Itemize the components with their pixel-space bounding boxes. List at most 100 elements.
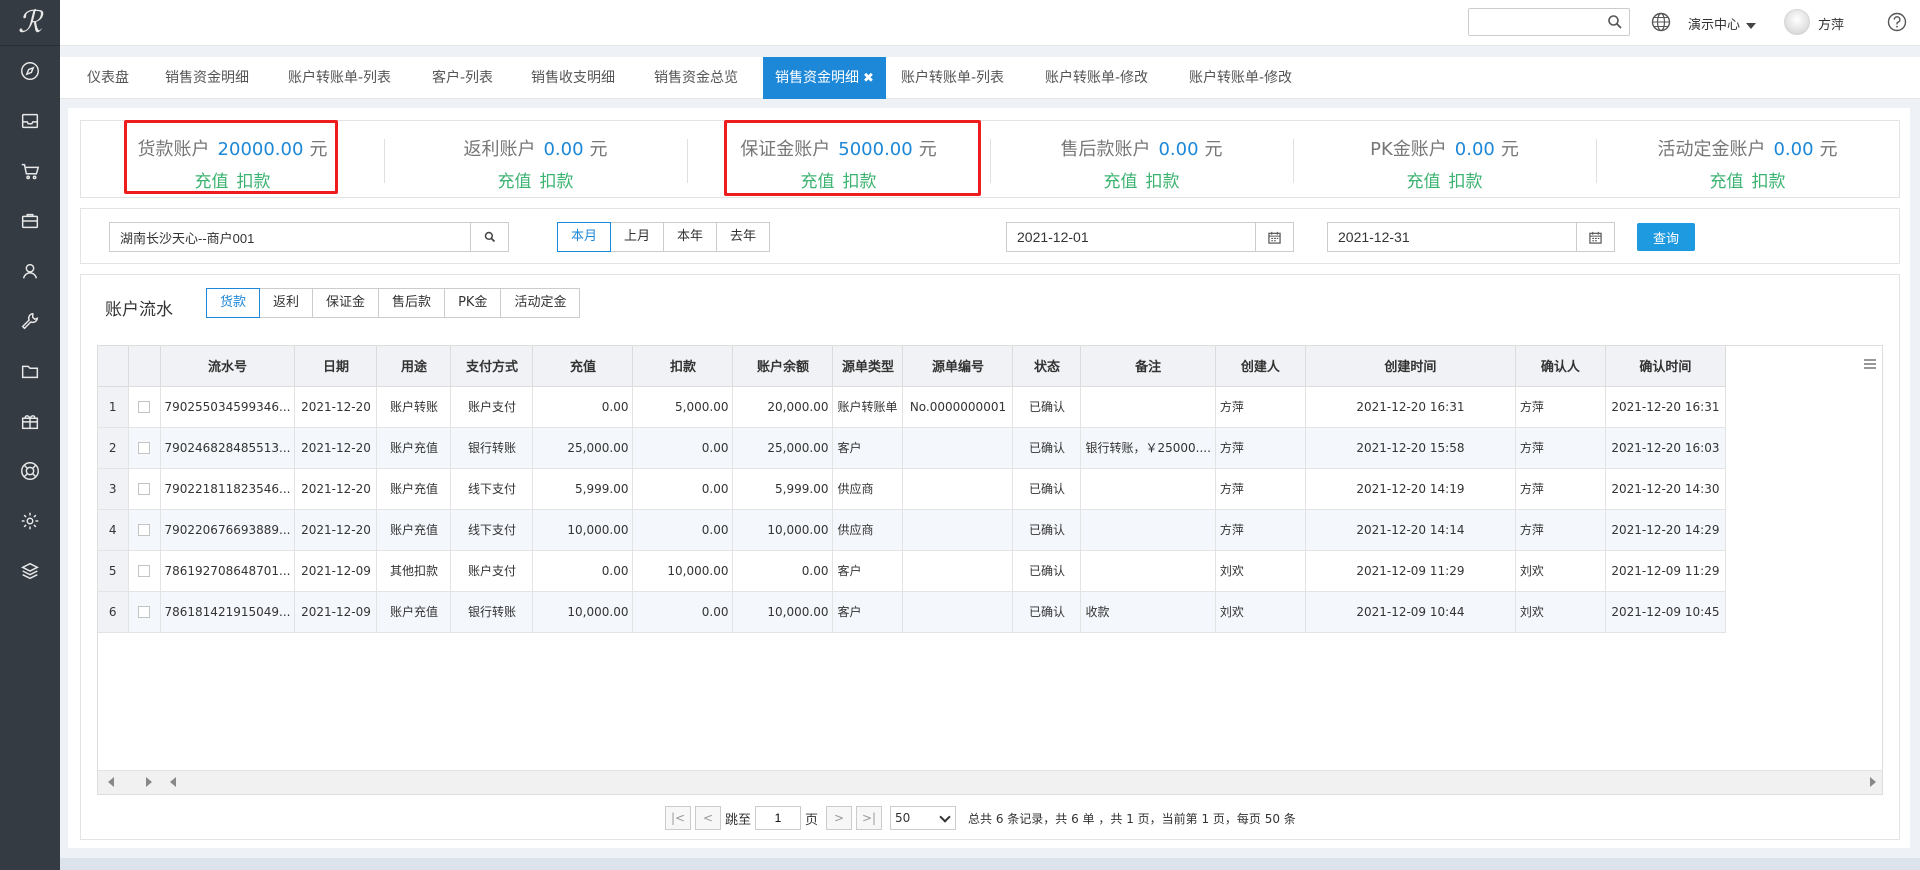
row-checkbox[interactable] [128,468,161,510]
deduct-link[interactable]: 扣款 [1449,172,1483,192]
page-input[interactable] [755,806,802,830]
wrench-icon[interactable] [0,296,60,346]
tab-customer-list[interactable]: 客户-列表 [420,57,505,99]
checkbox[interactable] [138,606,150,618]
checkbox[interactable] [138,442,150,454]
inbox-icon[interactable] [0,96,60,146]
date-from-input[interactable] [1007,223,1247,251]
period-last-year[interactable]: 去年 [716,222,771,252]
folder-icon[interactable] [0,346,60,396]
tab-sales-fund-detail-active[interactable]: 销售资金明细 ✖ [763,57,886,99]
scroll-right-icon[interactable] [146,777,152,787]
horizontal-scrollbar[interactable] [98,770,1882,794]
checkbox[interactable] [138,401,150,413]
flow-tab-goods[interactable]: 货款 [206,288,261,318]
calendar-button[interactable] [1576,223,1614,251]
briefcase-icon[interactable] [0,196,60,246]
merchant-search-button[interactable] [470,223,508,251]
globe-icon[interactable] [1650,11,1672,33]
prev-page-button[interactable]: < [695,806,721,830]
bottom-scrollbar[interactable] [60,858,1920,870]
table-row[interactable]: 5 786192708648701... 2021-12-09 其他扣款 账户支付 0.0… [98,550,1726,592]
recharge-link[interactable]: 充值 [1710,172,1744,192]
deduct-link[interactable]: 扣款 [1146,172,1180,192]
recharge-link[interactable]: 充值 [1407,172,1441,192]
menu-icon[interactable] [1862,356,1878,372]
date-to-input[interactable] [1328,223,1568,251]
table-row[interactable]: 2 790246828485513... 2021-12-20 账户充值 银行转账 25,… [98,427,1726,469]
merchant-input[interactable] [110,223,470,251]
gift-icon[interactable] [0,396,60,446]
row-checkbox[interactable] [128,550,161,592]
scroll-left-icon[interactable] [108,777,114,787]
recharge-link[interactable]: 充值 [1104,172,1138,192]
deduct-link[interactable]: 扣款 [1752,172,1786,192]
col-remark[interactable]: 备注 [1080,346,1216,387]
col-recharge[interactable]: 充值 [532,346,634,387]
center-dropdown[interactable]: 演示中心 [1688,14,1757,33]
flow-tab-deposit[interactable]: 保证金 [312,288,380,318]
col-purpose[interactable]: 用途 [376,346,452,387]
gear-icon[interactable] [0,496,60,546]
table-row[interactable]: 1 790255034599346... 2021-12-20 账户转账 账户支付 0.0… [98,386,1726,428]
col-confirmed-time[interactable]: 确认时间 [1605,346,1726,387]
recharge-link[interactable]: 充值 [498,172,532,192]
col-balance[interactable]: 账户余额 [732,346,834,387]
tab-dashboard[interactable]: 仪表盘 [75,57,141,99]
calendar-button[interactable] [1255,223,1293,251]
tab-transfer-list[interactable]: 账户转账单-列表 [276,57,403,99]
flow-tab-activity-deposit[interactable]: 活动定金 [500,288,581,318]
help-icon[interactable] [1886,11,1908,33]
col-pay-method[interactable]: 支付方式 [450,346,534,387]
avatar[interactable] [1784,9,1810,35]
flow-tab-pk[interactable]: PK金 [444,288,502,318]
col-created-time[interactable]: 创建时间 [1305,346,1516,387]
flow-tab-after-sales[interactable]: 售后款 [378,288,446,318]
deduct-link[interactable]: 扣款 [540,172,574,192]
table-row[interactable]: 6 786181421915049... 2021-12-09 账户充值 银行转账 10,… [98,591,1726,633]
page-size-select[interactable]: 50 [890,806,957,830]
last-page-button[interactable]: >| [856,806,883,830]
scroll-left-icon[interactable] [170,777,176,787]
lifebuoy-icon[interactable] [0,446,60,496]
period-this-month[interactable]: 本月 [557,222,612,252]
tab-sales-fund-detail[interactable]: 销售资金明细 [153,57,261,99]
period-last-month[interactable]: 上月 [610,222,665,252]
col-serial[interactable]: 流水号 [160,346,296,387]
tab-transfer-edit[interactable]: 账户转账单-修改 [1033,57,1160,99]
header-search-input[interactable] [1469,9,1599,35]
cart-icon[interactable] [0,146,60,196]
user-name[interactable]: 方萍 [1818,14,1844,33]
layers-icon[interactable] [0,546,60,596]
compass-icon[interactable] [0,46,60,96]
flow-tab-rebate[interactable]: 返利 [259,288,314,318]
table-row[interactable]: 4 790220676693889... 2021-12-20 账户充值 线下支付 10,… [98,509,1726,551]
user-icon[interactable] [0,246,60,296]
query-button[interactable]: 查询 [1637,223,1695,251]
col-source-type[interactable]: 源单类型 [832,346,904,387]
tab-transfer-list-2[interactable]: 账户转账单-列表 [889,57,1016,99]
first-page-button[interactable]: |< [665,806,691,830]
tab-transfer-edit-2[interactable]: 账户转账单-修改 [1177,57,1304,99]
col-confirmer[interactable]: 确认人 [1515,346,1606,387]
checkbox[interactable] [138,565,150,577]
col-source-no[interactable]: 源单编号 [902,346,1014,387]
row-checkbox[interactable] [128,386,161,428]
tab-sales-fund-overview[interactable]: 销售资金总览 [642,57,750,99]
search-icon[interactable] [1607,14,1623,30]
checkbox[interactable] [138,524,150,536]
row-checkbox[interactable] [128,509,161,551]
tab-sales-income-expense[interactable]: 销售收支明细 [519,57,627,99]
checkbox[interactable] [138,483,150,495]
col-creator[interactable]: 创建人 [1215,346,1306,387]
table-row[interactable]: 3 790221811823546... 2021-12-20 账户充值 线下支付 5,9… [98,468,1726,510]
row-checkbox[interactable] [128,427,161,469]
scroll-right-icon[interactable] [1870,777,1876,787]
col-status[interactable]: 状态 [1012,346,1082,387]
period-this-year[interactable]: 本年 [663,222,718,252]
col-date[interactable]: 日期 [294,346,378,387]
row-checkbox[interactable] [128,591,161,633]
col-deduct[interactable]: 扣款 [632,346,734,387]
close-icon[interactable]: ✖ [863,58,874,100]
next-page-button[interactable]: > [826,806,853,830]
